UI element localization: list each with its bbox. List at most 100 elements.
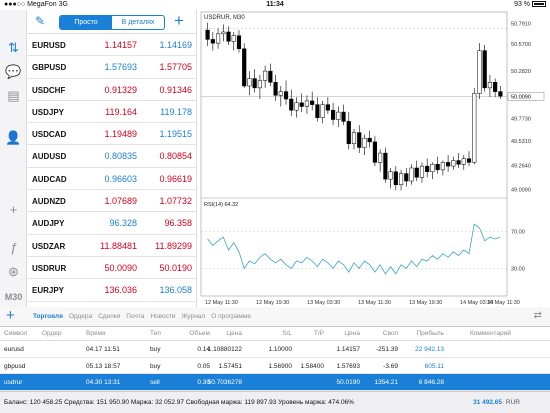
quote-ask: 1.07732: [159, 196, 192, 207]
quote-row[interactable]: USDJPY 119.164 119.178: [27, 101, 196, 124]
tab-5[interactable]: Журнал: [182, 313, 206, 320]
price-tick-label: 50.5700: [511, 42, 531, 48]
position-row[interactable]: eurusd 04.17 11:51 buy 0.14 1.10880122 1.1000…: [0, 341, 550, 358]
new-order-icon[interactable]: +: [6, 307, 15, 324]
terminal-tabbar: + Торговля Ордера Сделки Почта Новости Журнал…: [0, 307, 550, 327]
time-tick-label: 13 May 11:30: [358, 300, 391, 306]
candle-body: [372, 141, 377, 163]
cell-time: 04.17 11:51: [86, 346, 120, 353]
terminal-tabs: Торговля Ордера Сделки Почта Новости Журнал О …: [33, 313, 251, 320]
chart-title: USDRUR, M30: [204, 15, 245, 21]
candle-body: [472, 93, 477, 163]
candle-body: [242, 48, 247, 87]
objects-icon[interactable]: ⊛: [4, 264, 23, 280]
cell-price: 50.7036278: [207, 379, 242, 386]
quote-symbol: AUDUSD: [32, 152, 67, 162]
quote-row[interactable]: GBPUSD 1.57693 1.57705: [27, 56, 196, 79]
quote-row[interactable]: EURJPY 136.036 136.058: [27, 279, 196, 302]
position-row[interactable]: gbpusd 05.13 18:57 buy 0.05 1.57451 1.56900 1.…: [0, 358, 550, 374]
candle-body: [294, 102, 299, 111]
tab-6[interactable]: О программе: [211, 313, 251, 320]
indicators-icon[interactable]: ƒ: [4, 240, 23, 256]
candle-body: [231, 35, 236, 42]
column-header[interactable]: T/P: [284, 330, 324, 337]
quote-bid: 0.91329: [104, 84, 137, 95]
candle-body: [435, 164, 440, 171]
timeframe-button[interactable]: M30: [4, 289, 23, 305]
column-header[interactable]: Время: [86, 330, 106, 337]
quote-ask: 11.89299: [155, 240, 192, 251]
tab-1[interactable]: Ордера: [69, 313, 92, 320]
column-header[interactable]: Своп: [358, 330, 398, 337]
rsi-label: RSI(14) 64.32: [204, 202, 238, 208]
quote-ask: 50.0190: [159, 262, 192, 273]
candle-body: [393, 171, 398, 186]
candle-body: [320, 104, 325, 118]
column-header[interactable]: Цена: [202, 330, 242, 337]
user-icon[interactable]: 👤: [4, 130, 23, 146]
quote-row[interactable]: USDCAD 1.19489 1.19515: [27, 123, 196, 146]
current-price-label: 50.0090: [511, 94, 531, 100]
tab-4[interactable]: Новости: [150, 313, 175, 320]
pencil-icon[interactable]: ✎: [35, 14, 45, 28]
quote-bid: 1.14157: [104, 40, 137, 50]
tab-simple[interactable]: Просто: [60, 16, 112, 29]
battery-indicator: 93 %: [514, 1, 546, 8]
account-currency: RUR: [505, 399, 520, 406]
tab-0[interactable]: Торговля: [33, 313, 63, 320]
time-tick-label: 14 May 11:30: [487, 300, 520, 306]
quote-row[interactable]: USDZAR 11.88481 11.89299: [27, 235, 196, 257]
candle-body: [383, 152, 388, 180]
chat-icon[interactable]: 💬: [4, 64, 23, 80]
time-tick-label: 13 May 19:30: [409, 300, 442, 306]
crosshair-icon[interactable]: +: [4, 202, 23, 218]
news-icon[interactable]: ▤: [4, 88, 23, 104]
column-header[interactable]: Цена: [320, 330, 360, 337]
battery-icon: [532, 1, 546, 7]
cell-swap: -251.39: [375, 346, 398, 353]
quote-symbol: AUDJPY: [32, 219, 65, 229]
candle-body: [268, 70, 273, 83]
candle-body: [226, 31, 231, 42]
column-header[interactable]: Ордер: [42, 330, 62, 337]
tab-details[interactable]: В деталях: [112, 16, 164, 29]
candle-body: [425, 165, 430, 172]
quote-ask: 1.57705: [159, 62, 192, 73]
candle-body: [362, 137, 367, 148]
quote-row[interactable]: AUDJPY 96.328 96.358: [27, 212, 196, 235]
quotes-icon[interactable]: ⇅: [4, 40, 23, 56]
price-tick-label: 49.2640: [511, 164, 531, 170]
quote-row[interactable]: AUDCAD 0.96603 0.96619: [27, 168, 196, 191]
cell-symbol: gbpusd: [4, 362, 26, 370]
column-header[interactable]: Комментарий: [470, 330, 511, 337]
candle-body: [446, 162, 451, 167]
tab-2[interactable]: Сделки: [98, 313, 120, 320]
candle-body: [378, 152, 383, 163]
quote-row[interactable]: EURUSD 1.14157 1.14169: [27, 34, 196, 57]
sort-icon[interactable]: ⇄: [534, 310, 542, 321]
tab-3[interactable]: Почта: [126, 313, 144, 320]
position-row[interactable]: usdrur 04.30 13:31 sell 0.30 50.7036278 50.01…: [0, 374, 550, 391]
price-chart[interactable]: USDRUR, M3050.791050.570050.282050.00004…: [197, 10, 550, 307]
cell-sl: 1.10000: [268, 346, 293, 353]
quote-row[interactable]: USDCHF 0.91329 0.91346: [27, 79, 196, 101]
candle-body: [257, 80, 262, 89]
candle-body: [278, 91, 283, 96]
candle-body: [304, 100, 310, 107]
price-tick-label: 50.7910: [511, 21, 531, 27]
chart-panel[interactable]: USDRUR, M3050.791050.570050.282050.00004…: [196, 10, 550, 307]
quote-row[interactable]: AUDNZD 1.07689 1.07732: [27, 190, 196, 213]
quote-row[interactable]: AUDUSD 0.80835 0.80854: [27, 145, 196, 168]
column-header[interactable]: Символ: [4, 330, 27, 337]
candle-body: [221, 31, 226, 35]
quote-row[interactable]: USDRUR 50.0090 50.0190: [27, 257, 196, 280]
candle-body: [477, 50, 482, 94]
column-header[interactable]: Тип: [150, 330, 161, 337]
add-symbol-icon[interactable]: +: [174, 11, 184, 31]
battery-label: 93 %: [514, 1, 531, 8]
quote-bid: 50.0090: [104, 262, 137, 273]
cell-time: 04.30 13:31: [86, 379, 121, 386]
cell-cur: 1.57693: [336, 362, 361, 370]
status-bar: ●●●○○ MegaFon 3G 11:34 93 %: [0, 0, 550, 10]
column-header[interactable]: Прибыль: [404, 330, 445, 337]
